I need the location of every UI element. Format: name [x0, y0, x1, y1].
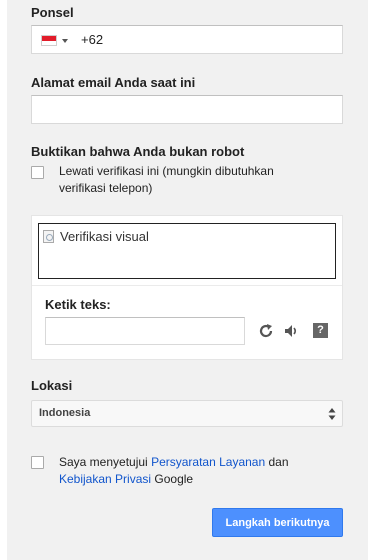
captcha-alt-text: Verifikasi visual — [60, 229, 149, 244]
phone-value[interactable]: +62 — [81, 32, 103, 47]
phone-field[interactable]: +62 — [31, 25, 343, 54]
location-label: Lokasi — [31, 378, 73, 393]
email-label: Alamat email Anda saat ini — [31, 75, 196, 90]
captcha-box: Verifikasi visual Ketik teks: ? — [31, 215, 343, 360]
skip-verification-text: Lewati verifikasi ini (mungkin dibutuhka… — [59, 164, 274, 195]
indonesia-flag-icon[interactable] — [41, 35, 57, 46]
captcha-input-label: Ketik teks: — [45, 297, 111, 312]
email-field[interactable] — [31, 95, 343, 124]
help-icon[interactable]: ? — [313, 323, 328, 338]
robot-label: Buktikan bahwa Anda bukan robot — [31, 144, 245, 159]
privacy-link[interactable]: Kebijakan Privasi — [59, 472, 151, 486]
captcha-image: Verifikasi visual — [38, 223, 336, 279]
skip-verification-checkbox[interactable] — [31, 166, 44, 179]
tos-link[interactable]: Persyaratan Layanan — [151, 455, 265, 469]
audio-icon[interactable] — [283, 323, 299, 339]
captcha-divider — [32, 285, 342, 286]
location-select[interactable]: Indonesia — [31, 400, 343, 427]
select-arrows-icon — [328, 408, 336, 420]
next-step-button[interactable]: Langkah berikutnya — [212, 508, 343, 537]
broken-image-icon — [43, 230, 54, 243]
terms-text: Saya menyetujui Persyaratan Layanan dan … — [59, 455, 289, 486]
location-selected-value: Indonesia — [39, 407, 91, 419]
phone-label: Ponsel — [31, 5, 74, 20]
refresh-icon[interactable] — [258, 323, 274, 339]
captcha-input[interactable] — [45, 317, 245, 345]
terms-checkbox[interactable] — [31, 456, 44, 469]
chevron-down-icon[interactable] — [62, 39, 68, 43]
